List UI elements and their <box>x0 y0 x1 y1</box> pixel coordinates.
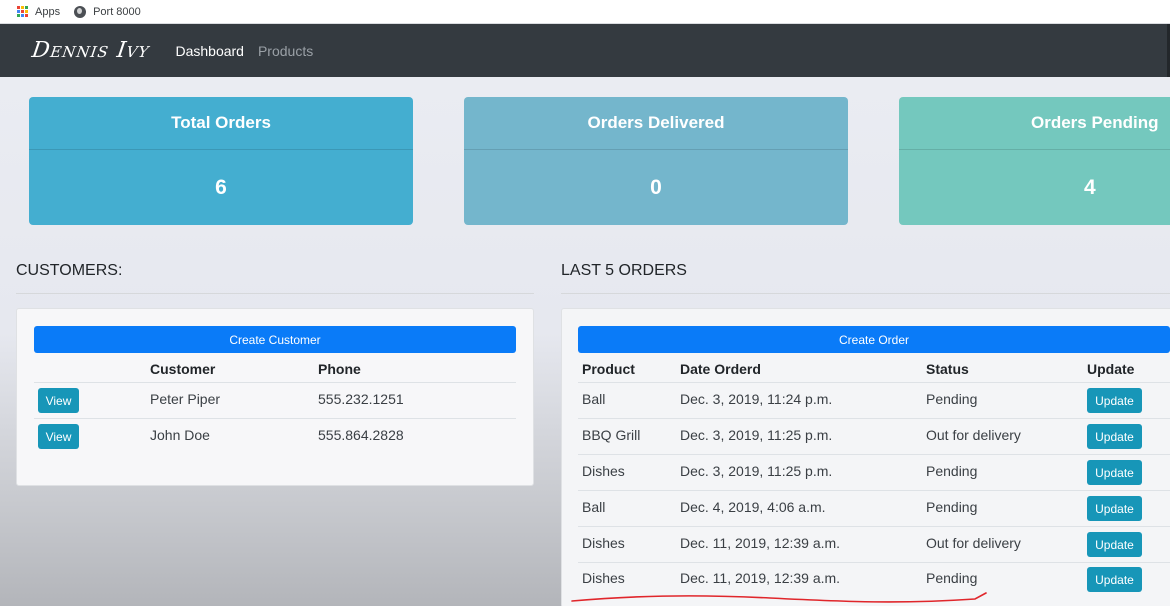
customers-heading: CUSTOMERS: <box>16 262 123 279</box>
globe-icon <box>74 5 87 18</box>
order-status: Pending <box>926 570 978 586</box>
row-divider <box>578 418 1170 419</box>
update-order-button[interactable]: Update <box>1087 532 1142 557</box>
order-status: Pending <box>926 391 978 407</box>
brand-logo[interactable]: Dennis Ivy <box>30 38 151 63</box>
order-date: Dec. 3, 2019, 11:24 p.m. <box>680 391 833 407</box>
order-date: Dec. 11, 2019, 12:39 a.m. <box>680 570 841 586</box>
bookmark-port-8000[interactable]: Port 8000 <box>74 5 141 18</box>
update-order-button[interactable]: Update <box>1087 460 1142 485</box>
order-status: Pending <box>926 499 978 515</box>
stat-card-orders-delivered: Orders Delivered 0 <box>464 97 848 225</box>
column-header-product: Product <box>582 361 635 377</box>
bookmarks-bar: Apps Port 8000 <box>0 0 1170 24</box>
bookmark-apps[interactable]: Apps <box>17 6 60 18</box>
order-date: Dec. 3, 2019, 11:25 p.m. <box>680 427 833 443</box>
update-order-button[interactable]: Update <box>1087 496 1142 521</box>
customer-name: John Doe <box>150 427 210 443</box>
stat-value: 0 <box>650 175 662 199</box>
nav-link-products[interactable]: Products <box>258 43 313 59</box>
row-divider <box>578 490 1170 491</box>
column-header-status: Status <box>926 361 969 377</box>
apps-grid-icon <box>17 6 28 17</box>
order-product: BBQ Grill <box>582 427 641 443</box>
order-product: Dishes <box>582 570 625 586</box>
bookmark-label: Apps <box>35 5 61 18</box>
row-divider <box>34 418 516 419</box>
column-header-customer: Customer <box>150 361 216 377</box>
update-order-button[interactable]: Update <box>1087 567 1142 592</box>
order-product: Dishes <box>582 463 625 479</box>
create-order-button[interactable]: Create Order <box>578 326 1170 353</box>
order-product: Ball <box>582 391 606 407</box>
bookmark-label: Port 8000 <box>93 5 141 18</box>
update-order-button[interactable]: Update <box>1087 388 1142 413</box>
stat-title: Orders Delivered <box>464 97 848 150</box>
orders-heading: LAST 5 ORDERS <box>561 262 687 279</box>
order-date: Dec. 4, 2019, 4:06 a.m. <box>680 499 826 515</box>
stat-card-orders-pending: Orders Pending 4 <box>899 97 1170 225</box>
stat-value: 6 <box>215 175 227 199</box>
column-header-date: Date Orderd <box>680 361 761 377</box>
stat-title: Total Orders <box>29 97 413 150</box>
view-customer-button[interactable]: View <box>38 388 79 413</box>
customer-name: Peter Piper <box>150 391 221 407</box>
section-divider <box>561 293 1170 294</box>
row-divider <box>34 382 516 383</box>
create-customer-button[interactable]: Create Customer <box>34 326 516 353</box>
column-header-phone: Phone <box>318 361 361 377</box>
order-product: Dishes <box>582 535 625 551</box>
customer-phone: 555.864.2828 <box>318 427 404 443</box>
order-date: Dec. 3, 2019, 11:25 p.m. <box>680 463 833 479</box>
order-status: Out for delivery <box>926 535 1021 551</box>
customer-phone: 555.232.1251 <box>318 391 404 407</box>
order-status: Pending <box>926 463 978 479</box>
stat-value: 4 <box>1084 175 1096 199</box>
column-header-update: Update <box>1087 361 1135 377</box>
section-divider <box>16 293 534 294</box>
annotation-underline <box>571 592 987 603</box>
row-divider <box>578 526 1170 527</box>
order-date: Dec. 11, 2019, 12:39 a.m. <box>680 535 841 551</box>
view-customer-button[interactable]: View <box>38 424 79 449</box>
order-product: Ball <box>582 499 606 515</box>
row-divider <box>578 454 1170 455</box>
order-status: Out for delivery <box>926 427 1021 443</box>
stat-title: Orders Pending <box>899 97 1170 150</box>
navbar: Dennis Ivy Dashboard Products <box>0 24 1170 77</box>
row-divider <box>578 382 1170 383</box>
update-order-button[interactable]: Update <box>1087 424 1142 449</box>
stat-card-total-orders: Total Orders 6 <box>29 97 413 225</box>
nav-link-dashboard[interactable]: Dashboard <box>175 43 244 59</box>
row-divider <box>578 562 1170 563</box>
